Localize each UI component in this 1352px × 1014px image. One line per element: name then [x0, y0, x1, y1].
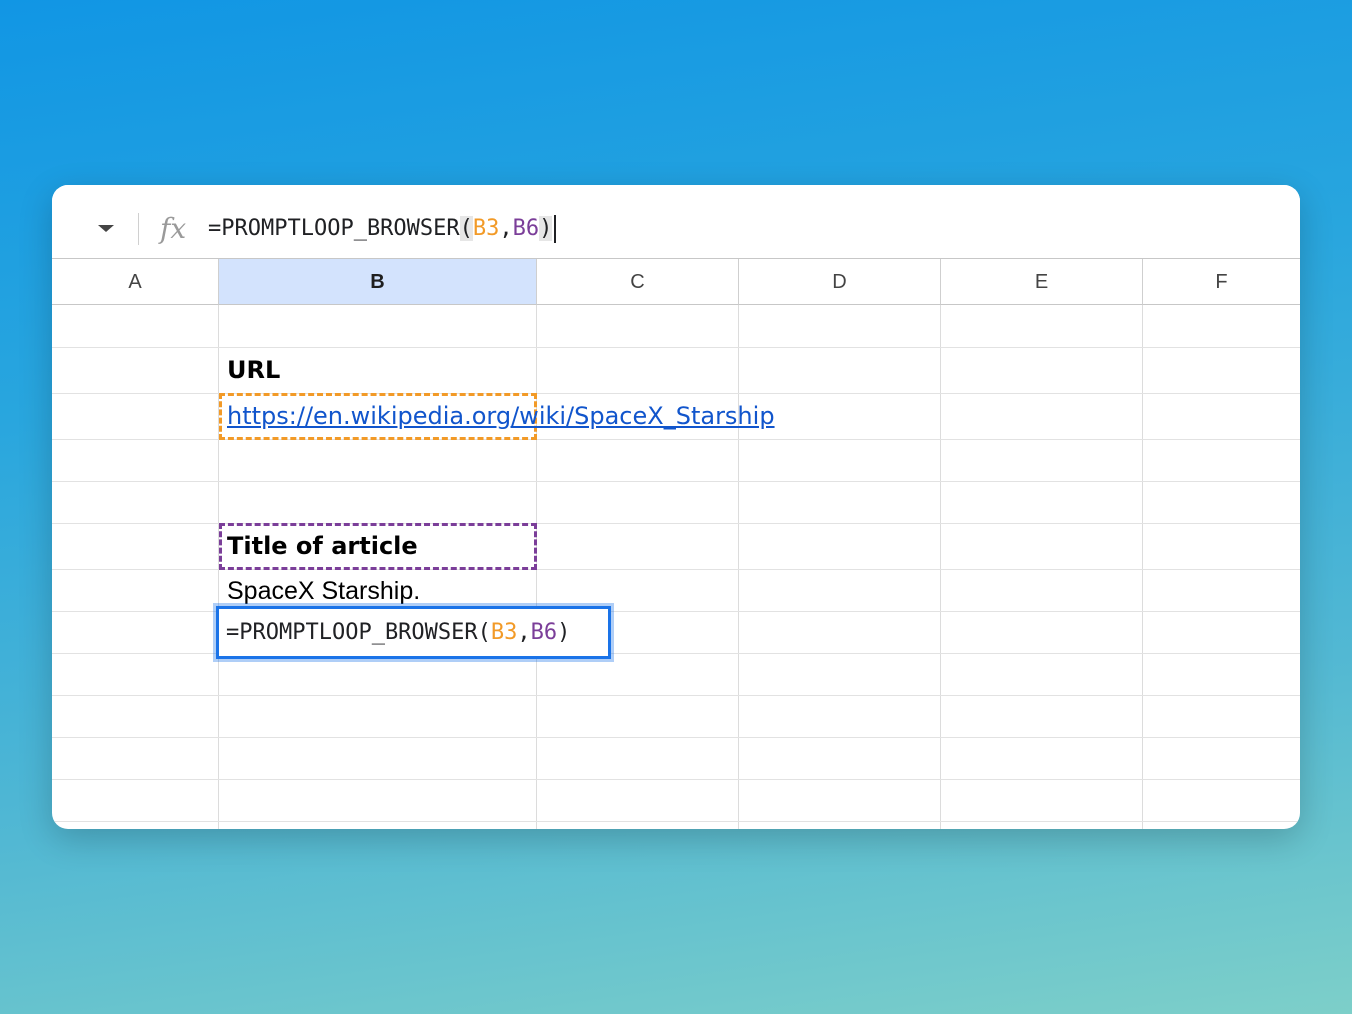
grid-line [52, 347, 1300, 348]
grid-line [1142, 305, 1143, 829]
chevron-down-icon[interactable] [98, 225, 114, 232]
cell-editor-text[interactable]: =PROMPTLOOP_BROWSER(B3,B6) [226, 617, 570, 649]
column-header-e[interactable]: E [941, 259, 1143, 305]
cell-b6[interactable]: Title of article [227, 532, 418, 560]
formula-bar-divider [138, 213, 139, 245]
cell-b3-link[interactable]: https://en.wikipedia.org/wiki/SpaceX_Sta… [227, 402, 775, 430]
formula-input[interactable]: =PROMPTLOOP_BROWSER(B3,B6) [208, 213, 557, 245]
formula-ref-b6: B6 [512, 216, 540, 241]
column-header-b[interactable]: B [219, 259, 537, 305]
formula-open-paren: ( [459, 216, 473, 241]
editor-function: =PROMPTLOOP_BROWSER [226, 620, 478, 645]
grid-line [738, 305, 739, 829]
grid-line [52, 481, 1300, 482]
formula-bar: fx =PROMPTLOOP_BROWSER(B3,B6) [52, 185, 1300, 259]
column-header-a[interactable]: A [52, 259, 219, 305]
formula-comma: , [499, 216, 513, 241]
editor-ref-b3: B3 [490, 620, 518, 645]
editor-comma: , [517, 620, 531, 645]
formula-function: =PROMPTLOOP_BROWSER [208, 216, 460, 241]
editor-ref-b6: B6 [530, 620, 558, 645]
text-caret [554, 215, 557, 243]
cell-b2[interactable]: URL [227, 356, 280, 384]
active-cell-editor[interactable]: =PROMPTLOOP_BROWSER(B3,B6) [216, 606, 611, 659]
editor-open-paren: ( [477, 620, 491, 645]
formula-close-paren: ) [539, 216, 553, 241]
grid-line [52, 737, 1300, 738]
grid-line [52, 695, 1300, 696]
spreadsheet-window: fx =PROMPTLOOP_BROWSER(B3,B6) A B C D E … [52, 185, 1300, 829]
fx-icon: fx [160, 212, 187, 245]
editor-close-paren: ) [557, 620, 571, 645]
column-header-c[interactable]: C [537, 259, 739, 305]
grid-line [52, 821, 1300, 822]
cell-b7[interactable]: SpaceX Starship. [227, 577, 420, 606]
column-header-d[interactable]: D [739, 259, 941, 305]
column-header-f[interactable]: F [1143, 259, 1300, 305]
grid-line [940, 305, 941, 829]
grid-line [52, 779, 1300, 780]
formula-ref-b3: B3 [472, 216, 500, 241]
